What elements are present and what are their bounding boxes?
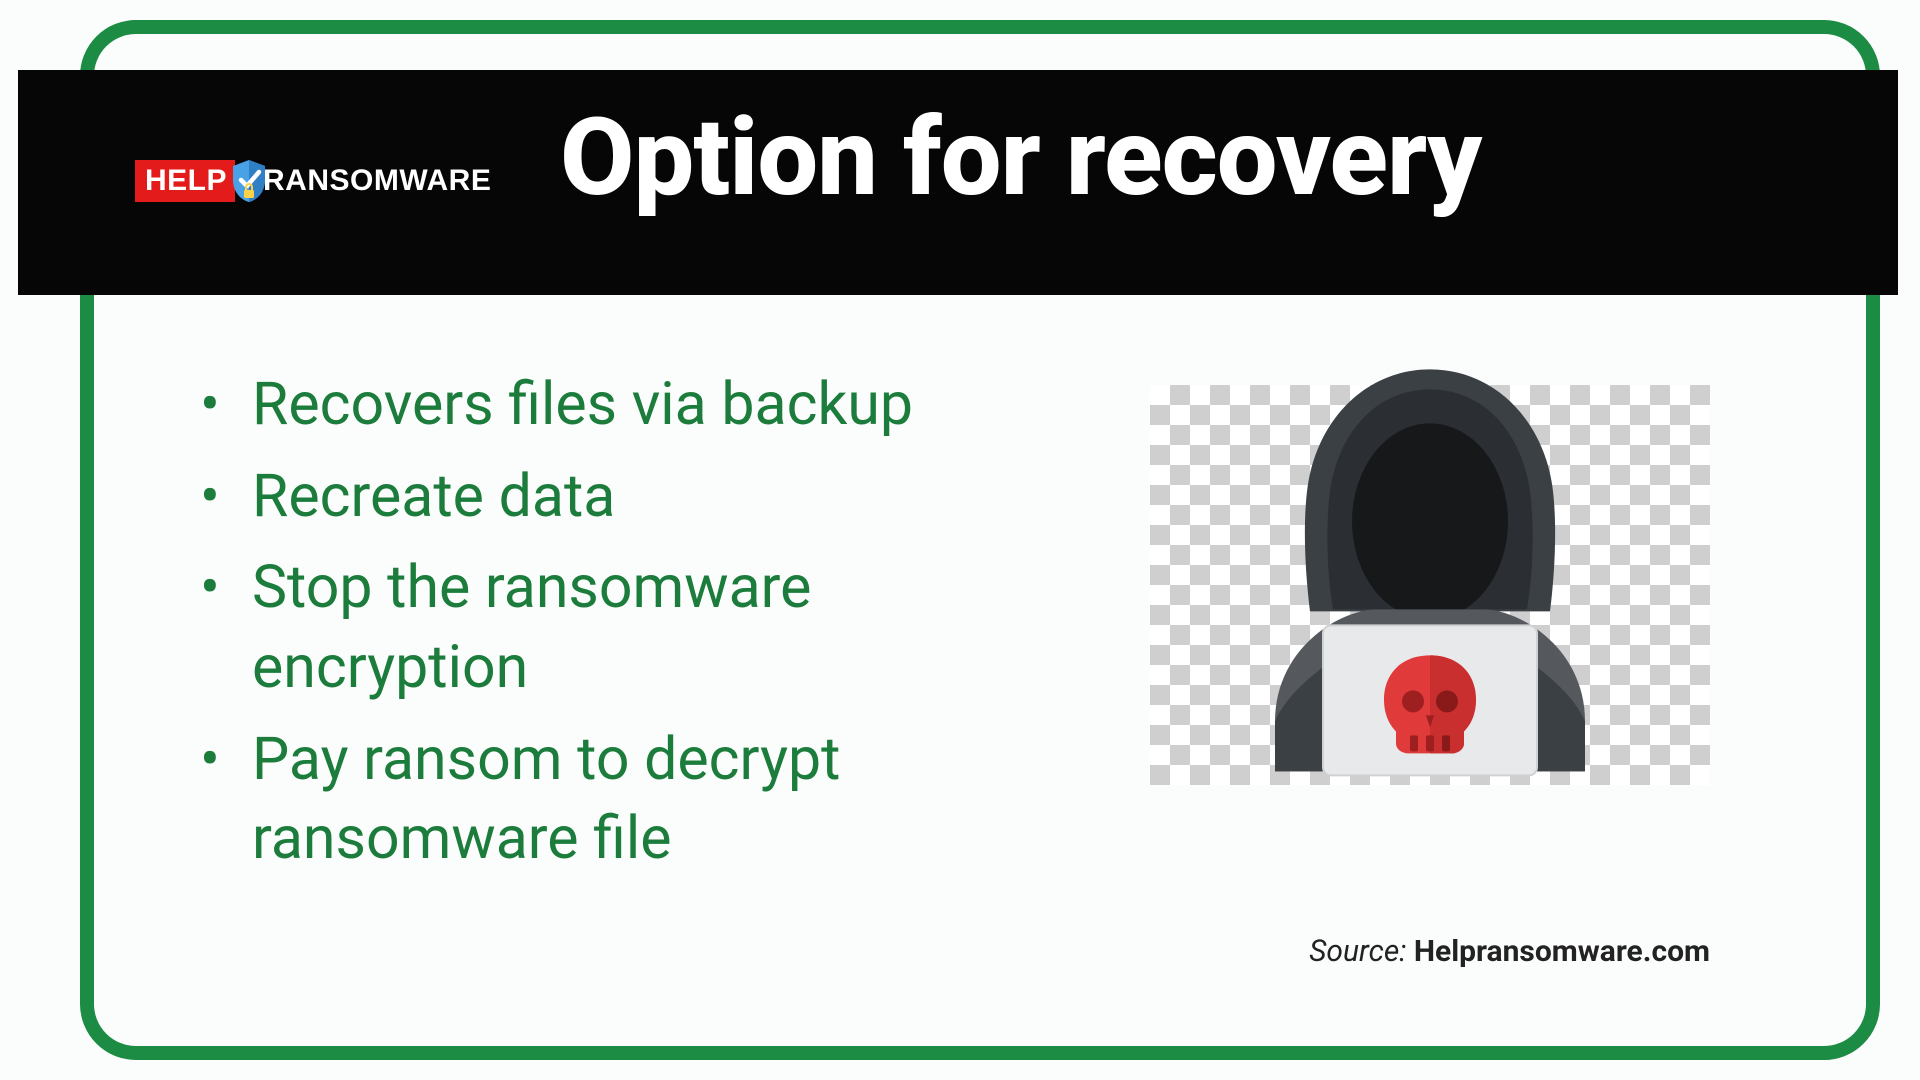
hacker-illustration: [1150, 385, 1710, 785]
source-attribution: Source: Helpransomware.com: [1309, 934, 1710, 969]
list-item: Recreate data: [200, 457, 1080, 537]
slide-title: Option for recovery: [560, 95, 1481, 221]
brand-logo: HELP RANSOMWARE: [135, 158, 491, 204]
list-item: Stop the ransomware encryption: [200, 548, 1080, 707]
shield-check-icon: [229, 158, 269, 204]
bullet-list: Recovers files via backup Recreate data …: [200, 365, 1080, 879]
list-item: Recovers files via backup: [200, 365, 1080, 445]
logo-help-text: HELP: [135, 160, 235, 202]
source-name: Helpransomware.com: [1414, 934, 1710, 969]
hacker-icon: [1215, 361, 1645, 791]
slide-content: Recovers files via backup Recreate data …: [100, 365, 1860, 1015]
source-label: Source:: [1309, 934, 1414, 969]
logo-ransom-text: RANSOMWARE: [263, 164, 491, 198]
list-item: Pay ransom to decrypt ransomware file: [200, 720, 1080, 879]
